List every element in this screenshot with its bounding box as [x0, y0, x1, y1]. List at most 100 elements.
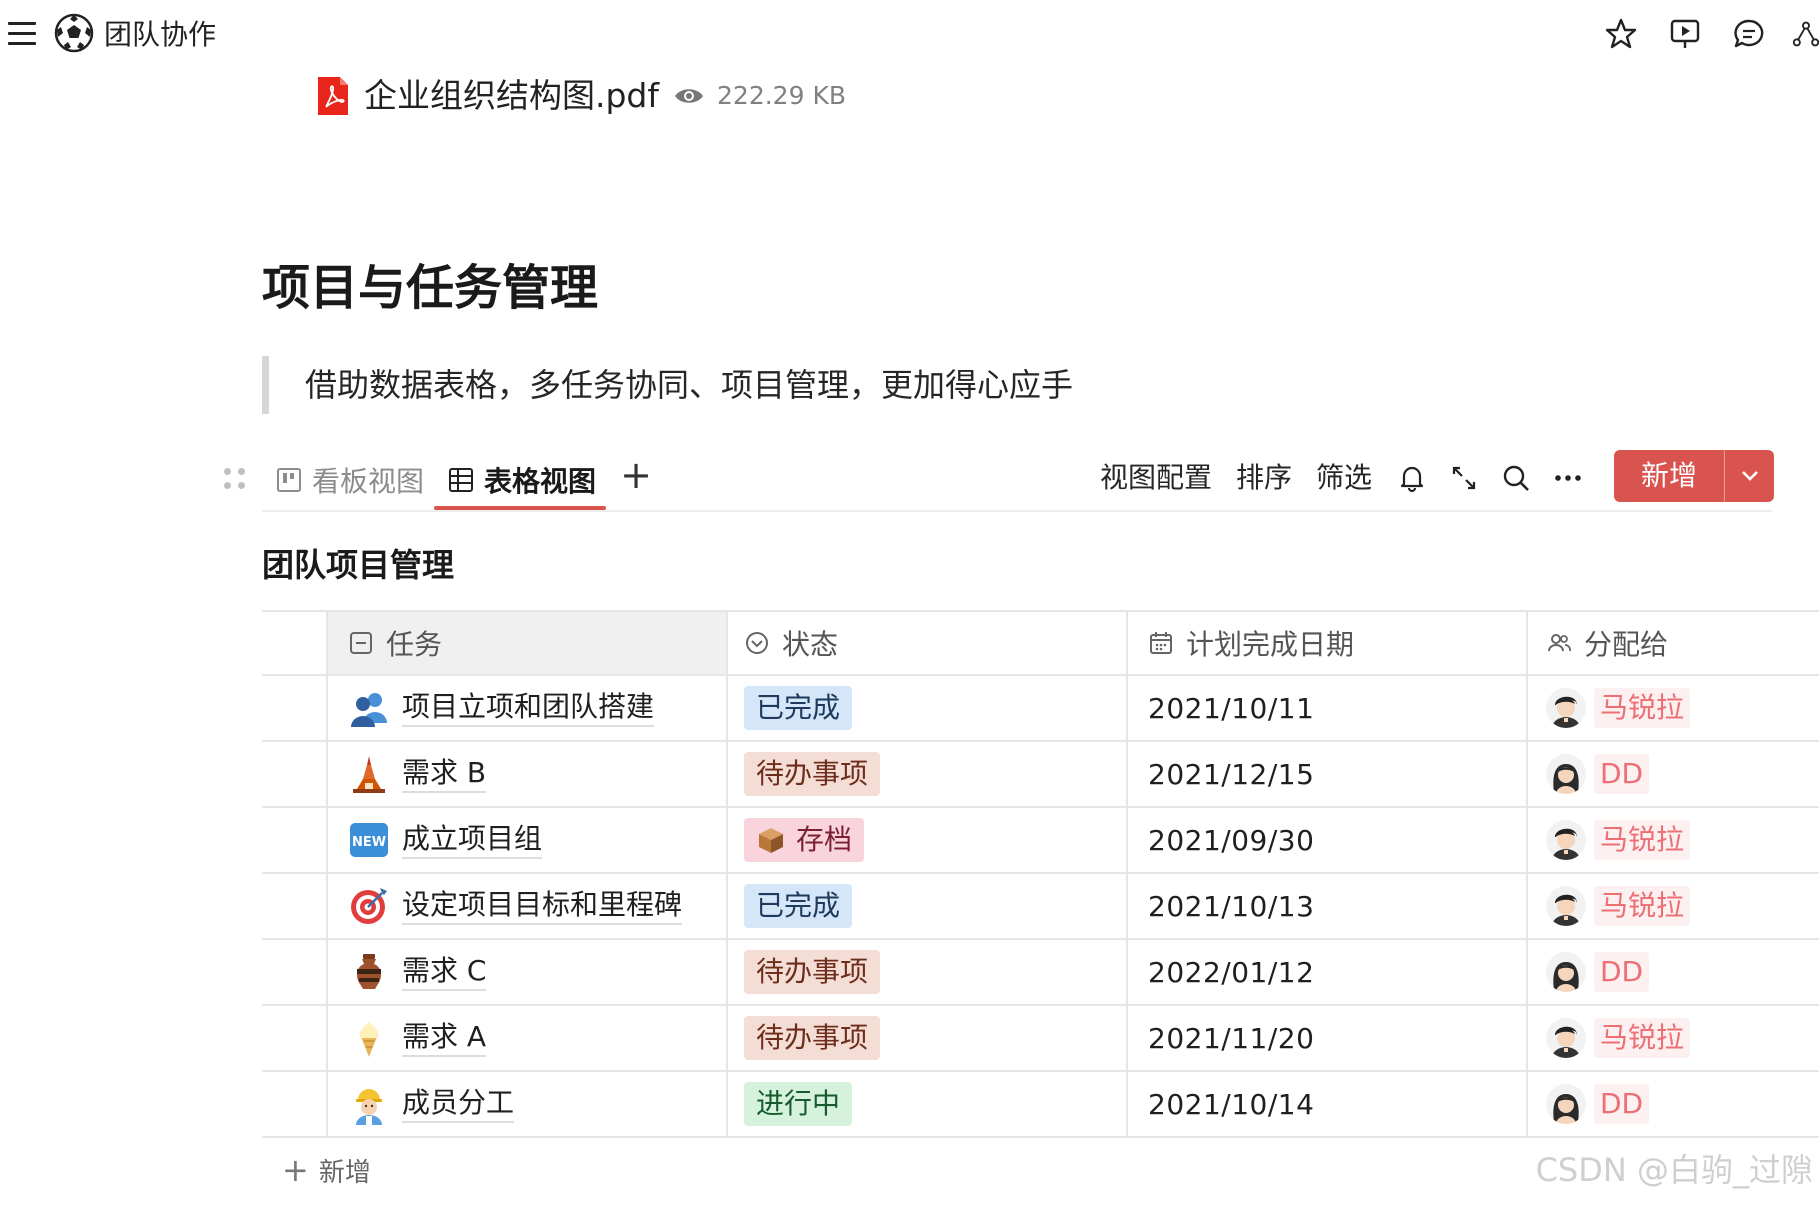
- date-cell[interactable]: 2022/01/12: [1128, 940, 1528, 1004]
- date-cell[interactable]: 2021/11/20: [1128, 1006, 1528, 1070]
- package-icon: [759, 828, 783, 853]
- row-handle[interactable]: [262, 676, 328, 740]
- assignee-name[interactable]: 马锐拉: [1594, 1018, 1691, 1058]
- row-handle[interactable]: [262, 742, 328, 806]
- task-name[interactable]: 成员分工: [402, 1085, 515, 1123]
- pdf-attachment[interactable]: 企业组织结构图.pdf 222.29 KB: [316, 72, 846, 120]
- attachment-name[interactable]: 企业组织结构图.pdf: [364, 74, 659, 118]
- status-cell[interactable]: 待办事项: [728, 940, 1128, 1004]
- assignee-name[interactable]: 马锐拉: [1594, 886, 1691, 926]
- table-row[interactable]: 设定项目目标和里程碑 已完成 2021/10/13 马锐拉: [262, 874, 1819, 940]
- add-row-button[interactable]: + 新增: [282, 1150, 371, 1190]
- filter-button[interactable]: 筛选: [1316, 458, 1372, 498]
- column-header-due-date[interactable]: 计划完成日期: [1128, 612, 1528, 674]
- row-handle[interactable]: [262, 1072, 328, 1136]
- row-handle[interactable]: [262, 940, 328, 1004]
- assignee-name[interactable]: 马锐拉: [1594, 688, 1691, 728]
- assignee-cell[interactable]: DD: [1528, 742, 1819, 806]
- table-row[interactable]: 需求 A 待办事项 2021/11/20 马锐拉: [262, 1006, 1819, 1072]
- watermark: CSDN @白驹_过隙: [1535, 1151, 1813, 1189]
- search-icon[interactable]: [1498, 460, 1534, 496]
- view-config-button[interactable]: 视图配置: [1100, 458, 1212, 498]
- task-cell[interactable]: 成员分工: [328, 1072, 728, 1136]
- more-icon[interactable]: [1550, 460, 1586, 496]
- table-row[interactable]: 项目立项和团队搭建 已完成 2021/10/11 马锐拉: [262, 676, 1819, 742]
- task-name[interactable]: 需求 B: [402, 755, 487, 793]
- menu-icon[interactable]: [6, 18, 40, 48]
- date-cell[interactable]: 2021/09/30: [1128, 808, 1528, 872]
- column-header-task[interactable]: 任务: [328, 612, 728, 674]
- share-icon[interactable]: [1793, 14, 1819, 54]
- assignee-name[interactable]: DD: [1594, 952, 1650, 992]
- column-header-status[interactable]: 状态: [728, 612, 1128, 674]
- task-cell[interactable]: 需求 A: [328, 1006, 728, 1070]
- avatar: [1546, 688, 1586, 728]
- task-cell[interactable]: 需求 C: [328, 940, 728, 1004]
- toolbar-divider: [262, 510, 1772, 512]
- presentation-icon[interactable]: [1665, 14, 1705, 54]
- attachment-size: 222.29 KB: [717, 81, 846, 110]
- avatar: [1546, 1018, 1586, 1058]
- status-cell[interactable]: 进行中: [728, 1072, 1128, 1136]
- new-button[interactable]: 新增: [1614, 450, 1724, 502]
- drag-handle-icon[interactable]: [222, 468, 248, 494]
- data-table: 任务 状态 计划完成日期 分配给 项目立项和团队搭建 已完成 2021/10/11 马…: [262, 610, 1819, 1138]
- assignee-cell[interactable]: 马锐拉: [1528, 676, 1819, 740]
- app-title[interactable]: 团队协作: [104, 18, 216, 52]
- task-cell[interactable]: 需求 B: [328, 742, 728, 806]
- assignee-cell[interactable]: DD: [1528, 1072, 1819, 1136]
- assignee-cell[interactable]: 马锐拉: [1528, 874, 1819, 938]
- eye-icon[interactable]: [673, 85, 705, 107]
- task-cell[interactable]: NEW 成立项目组: [328, 808, 728, 872]
- due-date: 2021/10/11: [1148, 691, 1315, 725]
- bell-icon[interactable]: [1394, 460, 1430, 496]
- assignee-name[interactable]: DD: [1594, 1084, 1650, 1124]
- table-row[interactable]: NEW 成立项目组 存档 2021/09/30 马锐拉: [262, 808, 1819, 874]
- add-view-button[interactable]: +: [618, 454, 654, 498]
- task-cell[interactable]: 设定项目目标和里程碑: [328, 874, 728, 938]
- table-row[interactable]: 成员分工 进行中 2021/10/14 DD: [262, 1072, 1819, 1138]
- date-cell[interactable]: 2021/12/15: [1128, 742, 1528, 806]
- assignee-cell[interactable]: DD: [1528, 940, 1819, 1004]
- column-header-assignee[interactable]: 分配给: [1528, 612, 1819, 674]
- row-handle[interactable]: [262, 808, 328, 872]
- assignee-cell[interactable]: 马锐拉: [1528, 1006, 1819, 1070]
- status-cell[interactable]: 已完成: [728, 874, 1128, 938]
- task-name[interactable]: 项目立项和团队搭建: [402, 689, 655, 727]
- sort-button[interactable]: 排序: [1236, 458, 1292, 498]
- row-handle[interactable]: [262, 1006, 328, 1070]
- status-label: 存档: [796, 823, 853, 856]
- expand-icon[interactable]: [1446, 460, 1482, 496]
- comment-icon[interactable]: [1729, 14, 1769, 54]
- assignee-cell[interactable]: 马锐拉: [1528, 808, 1819, 872]
- status-cell[interactable]: 已完成: [728, 676, 1128, 740]
- date-cell[interactable]: 2021/10/14: [1128, 1072, 1528, 1136]
- top-actions: [1601, 14, 1819, 54]
- assignee-name[interactable]: 马锐拉: [1594, 820, 1691, 860]
- status-cell[interactable]: 存档: [728, 808, 1128, 872]
- board-icon: [277, 468, 301, 492]
- table-row[interactable]: 需求 C 待办事项 2022/01/12 DD: [262, 940, 1819, 1006]
- tab-board-view[interactable]: 看板视图: [276, 452, 424, 508]
- task-name[interactable]: 成立项目组: [402, 821, 543, 859]
- vase-icon: [348, 951, 390, 993]
- task-name[interactable]: 需求 A: [402, 1019, 487, 1057]
- task-cell[interactable]: 项目立项和团队搭建: [328, 676, 728, 740]
- status-cell[interactable]: 待办事项: [728, 1006, 1128, 1070]
- status-cell[interactable]: 待办事项: [728, 742, 1128, 806]
- row-handle-header: [262, 612, 328, 674]
- assignee-name[interactable]: DD: [1594, 754, 1650, 794]
- task-name[interactable]: 需求 C: [402, 953, 487, 991]
- page-quote: 借助数据表格，多任务协同、项目管理，更加得心应手: [262, 356, 1073, 414]
- svg-text:NEW: NEW: [352, 835, 386, 850]
- table-row[interactable]: 需求 B 待办事项 2021/12/15 DD: [262, 742, 1819, 808]
- date-cell[interactable]: 2021/10/13: [1128, 874, 1528, 938]
- tab-table-view[interactable]: 表格视图: [448, 452, 596, 508]
- star-icon[interactable]: [1601, 14, 1641, 54]
- chevron-down-icon[interactable]: [1724, 450, 1774, 502]
- row-handle[interactable]: [262, 874, 328, 938]
- due-date: 2021/10/13: [1148, 889, 1315, 923]
- date-cell[interactable]: 2021/10/11: [1128, 676, 1528, 740]
- task-name[interactable]: 设定项目目标和里程碑: [402, 887, 683, 925]
- table-title: 团队项目管理: [262, 546, 455, 584]
